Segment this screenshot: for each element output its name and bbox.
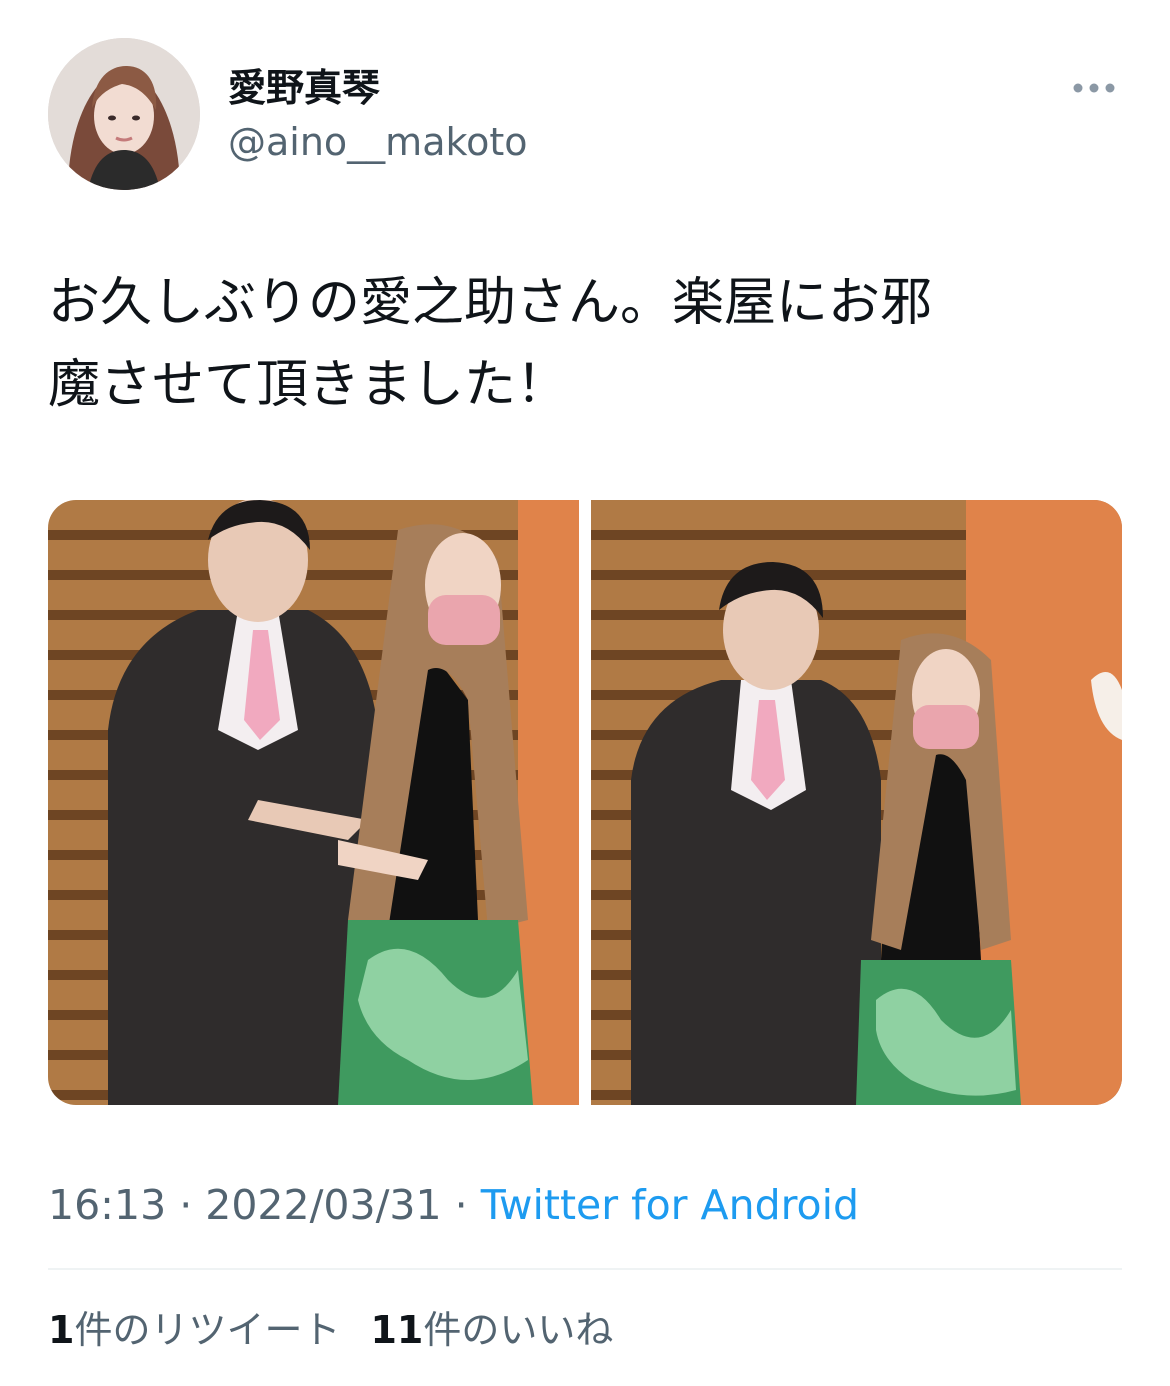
photo-image xyxy=(591,500,1122,1105)
likes-stat[interactable]: 11件のいいね xyxy=(370,1308,613,1352)
more-options-button[interactable] xyxy=(1068,74,1120,102)
tweet-text: お久しぶりの愛之助さん。楽屋にお邪 魔させて頂きました！ xyxy=(48,262,1122,426)
avatar[interactable] xyxy=(48,38,200,190)
media-grid xyxy=(48,500,1122,1105)
tweet-stats: 1件のリツイート 11件のいいね xyxy=(48,1304,613,1356)
author-display-name[interactable]: 愛野真琴 xyxy=(228,64,380,112)
more-horizontal-icon xyxy=(1073,83,1115,93)
media-photo[interactable] xyxy=(591,500,1122,1105)
tweet-meta: 16:13 · 2022/03/31 · Twitter for Android xyxy=(48,1178,859,1232)
divider xyxy=(48,1268,1122,1270)
tweet-text-line: お久しぶりの愛之助さん。楽屋にお邪 xyxy=(48,273,933,333)
like-count: 11 xyxy=(370,1308,424,1352)
tweet-text-line: 魔させて頂きました！ xyxy=(48,355,569,415)
retweet-label: 件のリツイート xyxy=(74,1308,341,1352)
meta-separator: · xyxy=(166,1181,206,1229)
retweet-count: 1 xyxy=(48,1308,75,1352)
retweets-stat[interactable]: 1件のリツイート xyxy=(48,1308,340,1352)
like-label: 件のいいね xyxy=(423,1308,614,1352)
avatar-image xyxy=(48,38,200,190)
photo-image xyxy=(48,500,579,1105)
tweet-source-link[interactable]: Twitter for Android xyxy=(481,1181,859,1229)
media-photo[interactable] xyxy=(48,500,579,1105)
author-handle[interactable]: @aino__makoto xyxy=(228,118,528,166)
tweet-date[interactable]: 2022/03/31 xyxy=(205,1181,441,1229)
tweet-time[interactable]: 16:13 xyxy=(48,1181,166,1229)
meta-separator: · xyxy=(441,1181,481,1229)
